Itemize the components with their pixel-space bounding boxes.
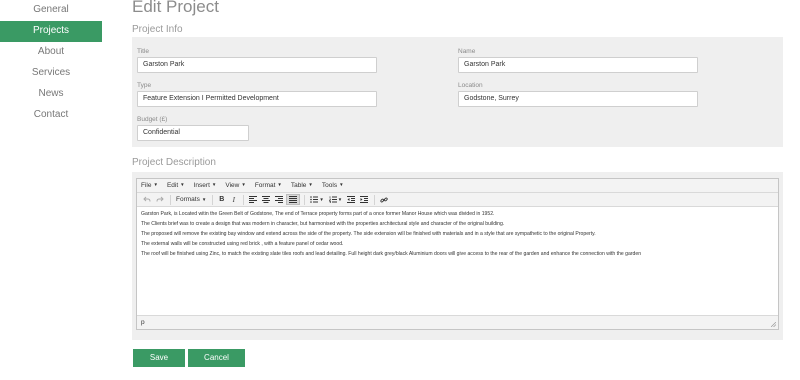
page-title: Edit Project xyxy=(132,0,219,16)
sidebar-item-projects[interactable]: Projects xyxy=(0,21,102,42)
type-field: Type Feature Extension I Permitted Devel… xyxy=(137,82,377,107)
element-path[interactable]: p xyxy=(141,319,145,326)
editor-statusbar: p xyxy=(137,315,778,329)
toolbar-divider xyxy=(170,194,171,205)
type-label: Type xyxy=(137,82,152,89)
app-root: General Projects About Services News Con… xyxy=(0,0,800,380)
name-label: Name xyxy=(458,48,476,55)
title-field: Title Garston Park xyxy=(137,48,377,73)
editor-menubar: File ▼ Edit ▼ Insert ▼ View ▼ Format ▼ Table ▼… xyxy=(137,179,778,193)
description-paragraph: The roof will be finished using Zinc, to… xyxy=(141,251,642,257)
chevron-down-icon: ▼ xyxy=(319,197,324,202)
chevron-down-icon: ▼ xyxy=(153,182,158,187)
location-label: Location xyxy=(458,82,483,89)
menu-edit[interactable]: Edit ▼ xyxy=(167,182,185,189)
editor-content[interactable]: Garston Park, is Located witin the Green… xyxy=(137,207,778,314)
project-description-panel: File ▼ Edit ▼ Insert ▼ View ▼ Format ▼ Table ▼… xyxy=(132,172,783,340)
toolbar-divider xyxy=(243,194,245,205)
chevron-down-icon: ▼ xyxy=(337,197,343,202)
project-info-heading: Project Info xyxy=(132,24,183,35)
sidebar-item-about[interactable]: About xyxy=(0,42,102,63)
menu-file[interactable]: File ▼ xyxy=(141,182,158,189)
chevron-down-icon: ▼ xyxy=(211,182,217,187)
align-left-icon[interactable] xyxy=(247,194,259,205)
align-center-icon[interactable] xyxy=(260,194,272,205)
description-paragraph: The external walls will be constructed u… xyxy=(141,241,344,247)
editor-toolbar: Formats ▼ B I ▼ ▼ xyxy=(137,193,778,207)
redo-icon[interactable] xyxy=(154,194,166,205)
title-label: Title xyxy=(137,48,150,55)
cancel-button[interactable]: Cancel xyxy=(188,349,245,367)
description-paragraph: Garston Park, is Located witin the Green… xyxy=(141,211,495,217)
chevron-down-icon: ▼ xyxy=(241,182,246,187)
chevron-down-icon: ▼ xyxy=(339,182,344,187)
align-justify-icon[interactable] xyxy=(286,194,301,205)
menu-view[interactable]: View ▼ xyxy=(225,182,245,189)
name-input[interactable]: Garston Park xyxy=(458,57,698,73)
title-input[interactable]: Garston Park xyxy=(137,57,377,73)
formats-dropdown[interactable]: Formats ▼ xyxy=(174,194,208,205)
save-button[interactable]: Save xyxy=(133,349,185,367)
bold-icon[interactable]: B xyxy=(216,194,227,205)
project-description-heading: Project Description xyxy=(132,157,216,168)
sidebar-item-news[interactable]: News xyxy=(0,84,102,105)
sidebar-item-contact[interactable]: Contact xyxy=(0,105,102,126)
bullet-list-icon[interactable]: ▼ xyxy=(308,194,325,205)
toolbar-divider xyxy=(304,194,306,205)
sidebar-item-services[interactable]: Services xyxy=(0,63,102,84)
chevron-down-icon: ▼ xyxy=(201,197,207,202)
location-input[interactable]: Godstone, Surrey xyxy=(458,91,698,107)
chevron-down-icon: ▼ xyxy=(180,182,185,187)
type-input[interactable]: Feature Extension I Permitted Developmen… xyxy=(137,91,377,107)
chevron-down-icon: ▼ xyxy=(277,182,282,187)
chevron-down-icon: ▼ xyxy=(308,182,313,187)
link-icon[interactable] xyxy=(378,194,390,205)
toolbar-divider xyxy=(212,194,214,205)
align-right-icon[interactable] xyxy=(273,194,285,205)
indent-icon[interactable] xyxy=(358,194,370,205)
menu-insert[interactable]: Insert ▼ xyxy=(194,182,217,189)
description-paragraph: The Clients brief was to create a design… xyxy=(141,221,505,227)
project-info-panel: Title Garston Park Name Garston Park Typ… xyxy=(132,37,783,147)
numbered-list-icon[interactable]: ▼ xyxy=(327,194,344,205)
italic-icon[interactable]: I xyxy=(228,194,239,205)
menu-tools[interactable]: Tools ▼ xyxy=(322,182,344,189)
name-field: Name Garston Park xyxy=(458,48,698,73)
description-paragraph: The proposed will remove the existing ba… xyxy=(141,231,596,237)
main-content: Edit Project Project Info Title Garston … xyxy=(132,0,783,340)
menu-table[interactable]: Table ▼ xyxy=(291,182,313,189)
menu-format[interactable]: Format ▼ xyxy=(255,182,282,189)
resize-handle-icon[interactable] xyxy=(771,322,776,327)
sidebar: General Projects About Services News Con… xyxy=(0,0,102,126)
rich-text-editor: File ▼ Edit ▼ Insert ▼ View ▼ Format ▼ Table ▼… xyxy=(136,178,779,330)
sidebar-item-general[interactable]: General xyxy=(0,0,102,21)
undo-icon[interactable] xyxy=(141,194,153,205)
toolbar-divider xyxy=(374,194,376,205)
budget-label: Budget (£) xyxy=(137,116,168,123)
budget-field: Budget (£) Confidential xyxy=(137,116,249,141)
budget-input[interactable]: Confidential xyxy=(137,125,249,141)
location-field: Location Godstone, Surrey xyxy=(458,82,698,107)
outdent-icon[interactable] xyxy=(345,194,357,205)
